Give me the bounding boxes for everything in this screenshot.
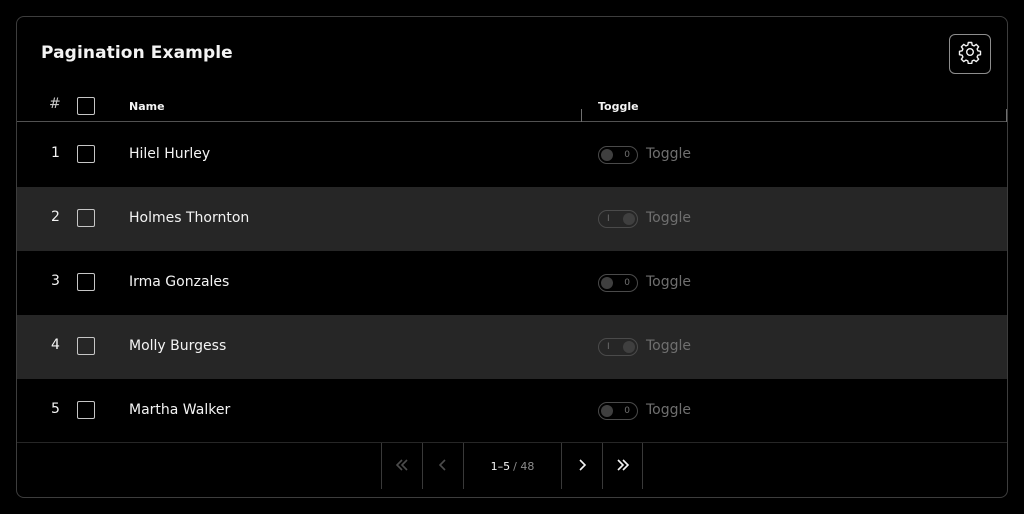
page-total: / 48 <box>513 459 535 473</box>
table-row: 3 Irma Gonzales 0 Toggle <box>17 251 1007 315</box>
page-title: Pagination Example <box>41 43 233 63</box>
toggle-knob <box>623 341 635 353</box>
first-page-button[interactable] <box>381 443 422 489</box>
row-index: 3 <box>51 273 60 289</box>
table-row: 5 Martha Walker 0 Toggle <box>17 379 1007 443</box>
double-chevron-left-icon <box>395 457 409 476</box>
row-name: Holmes Thornton <box>129 210 250 226</box>
row-index: 2 <box>51 209 60 225</box>
toggle-state-mark: I <box>607 214 610 224</box>
chevron-right-icon <box>575 457 589 476</box>
last-page-button[interactable] <box>602 443 643 489</box>
row-name: Martha Walker <box>129 402 231 418</box>
settings-button[interactable] <box>949 34 991 74</box>
column-header-toggle[interactable]: Toggle <box>598 100 639 113</box>
previous-page-button[interactable] <box>422 443 463 489</box>
row-checkbox[interactable] <box>77 145 95 163</box>
row-toggle-label: Toggle <box>646 146 692 162</box>
column-header-name[interactable]: Name <box>129 100 165 113</box>
select-all-checkbox[interactable] <box>77 97 95 115</box>
row-toggle-switch[interactable]: I <box>598 338 638 356</box>
table-header: # Name Toggle <box>17 89 1007 122</box>
toggle-knob <box>623 213 635 225</box>
toggle-state-mark: 0 <box>624 278 630 288</box>
chevron-left-icon <box>436 457 450 476</box>
row-toggle-switch[interactable]: 0 <box>598 402 638 420</box>
table-row: 1 Hilel Hurley 0 Toggle <box>17 123 1007 187</box>
row-checkbox[interactable] <box>77 401 95 419</box>
row-checkbox[interactable] <box>77 209 95 227</box>
page-range: 1–5 <box>490 459 511 473</box>
row-checkbox[interactable] <box>77 273 95 291</box>
row-toggle-switch[interactable]: I <box>598 210 638 228</box>
toggle-state-mark: I <box>607 342 610 352</box>
row-name: Irma Gonzales <box>129 274 230 290</box>
column-resize-handle-end[interactable] <box>1006 109 1007 122</box>
toggle-state-mark: 0 <box>624 150 630 160</box>
row-toggle-label: Toggle <box>646 338 692 354</box>
table-body: 1 Hilel Hurley 0 Toggle 2 Holmes Thornto… <box>17 123 1007 443</box>
next-page-button[interactable] <box>561 443 602 489</box>
gear-icon <box>958 40 982 68</box>
page-indicator: 1–5 / 48 <box>463 443 561 489</box>
column-resize-handle[interactable] <box>581 109 582 122</box>
pagination-controls: 1–5 / 48 <box>381 443 643 489</box>
row-toggle-switch[interactable]: 0 <box>598 274 638 292</box>
row-index: 1 <box>51 145 60 161</box>
row-index: 5 <box>51 401 60 417</box>
row-name: Hilel Hurley <box>129 146 211 162</box>
row-toggle-label: Toggle <box>646 274 692 290</box>
row-toggle-label: Toggle <box>646 210 692 226</box>
row-index: 4 <box>51 337 60 353</box>
row-checkbox[interactable] <box>77 337 95 355</box>
column-header-index: # <box>49 96 61 112</box>
toggle-state-mark: 0 <box>624 406 630 416</box>
table-row: 2 Holmes Thornton I Toggle <box>17 187 1007 251</box>
pagination-footer: 1–5 / 48 <box>17 442 1007 497</box>
row-name: Molly Burgess <box>129 338 227 354</box>
row-toggle-label: Toggle <box>646 402 692 418</box>
pagination-panel: Pagination Example # Name Toggle 1 Hilel… <box>16 16 1008 498</box>
toggle-knob <box>601 149 613 161</box>
toggle-knob <box>601 405 613 417</box>
toggle-knob <box>601 277 613 289</box>
double-chevron-right-icon <box>616 457 630 476</box>
row-toggle-switch[interactable]: 0 <box>598 146 638 164</box>
table-row: 4 Molly Burgess I Toggle <box>17 315 1007 379</box>
